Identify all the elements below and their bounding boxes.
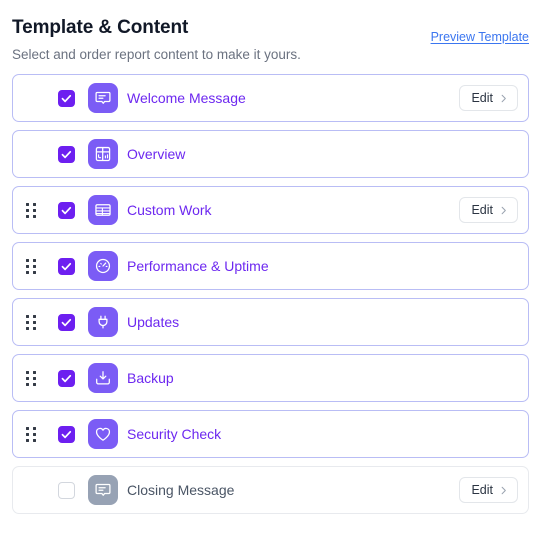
content-row[interactable]: Updates bbox=[12, 298, 529, 346]
edit-button[interactable]: Edit bbox=[459, 197, 518, 223]
drag-handle-icon[interactable] bbox=[26, 314, 36, 330]
checkbox-slot bbox=[49, 369, 83, 387]
row-checkbox-checked[interactable] bbox=[57, 201, 75, 219]
icon-tile-slot bbox=[83, 251, 123, 281]
edit-slot: Edit bbox=[459, 477, 528, 503]
row-label: Custom Work bbox=[127, 202, 212, 218]
edit-slot: Edit bbox=[459, 85, 528, 111]
row-label: Updates bbox=[127, 314, 180, 330]
content-row-list: Welcome Message Edit Overview Custom Work Ed… bbox=[12, 74, 529, 514]
plug-icon bbox=[88, 307, 118, 337]
checkbox-slot bbox=[49, 145, 83, 163]
edit-slot: Edit bbox=[459, 197, 528, 223]
row-label: Overview bbox=[127, 146, 186, 162]
drag-handle-icon[interactable] bbox=[26, 258, 36, 274]
icon-tile-slot bbox=[83, 475, 123, 505]
drag-handle-slot bbox=[13, 243, 49, 289]
row-checkbox-checked[interactable] bbox=[57, 257, 75, 275]
edit-button[interactable]: Edit bbox=[459, 477, 518, 503]
message-bubble-icon bbox=[88, 475, 118, 505]
content-row[interactable]: Welcome Message Edit bbox=[12, 74, 529, 122]
row-label: Performance & Uptime bbox=[127, 258, 269, 274]
content-row[interactable]: Security Check bbox=[12, 410, 529, 458]
edit-button-label: Edit bbox=[471, 91, 493, 105]
row-checkbox-unchecked[interactable] bbox=[57, 481, 75, 499]
content-row[interactable]: Backup bbox=[12, 354, 529, 402]
icon-tile-slot bbox=[83, 83, 123, 113]
edit-button-label: Edit bbox=[471, 483, 493, 497]
row-label: Welcome Message bbox=[127, 90, 246, 106]
checkbox-slot bbox=[49, 201, 83, 219]
row-checkbox-checked[interactable] bbox=[57, 313, 75, 331]
drag-handle-slot bbox=[13, 299, 49, 345]
message-bubble-icon bbox=[88, 83, 118, 113]
icon-tile-slot bbox=[83, 307, 123, 337]
content-row[interactable]: Custom Work Edit bbox=[12, 186, 529, 234]
checkbox-slot bbox=[49, 313, 83, 331]
drag-handle-slot bbox=[13, 411, 49, 457]
backup-download-icon bbox=[88, 363, 118, 393]
dashboard-layout-icon bbox=[88, 139, 118, 169]
edit-button[interactable]: Edit bbox=[459, 85, 518, 111]
preview-template-link[interactable]: Preview Template bbox=[431, 30, 529, 44]
chevron-right-icon bbox=[498, 205, 509, 216]
icon-tile-slot bbox=[83, 139, 123, 169]
template-content-panel: Template & Content Select and order repo… bbox=[0, 0, 541, 544]
content-row[interactable]: Performance & Uptime bbox=[12, 242, 529, 290]
checkbox-slot bbox=[49, 89, 83, 107]
checkbox-slot bbox=[49, 481, 83, 499]
drag-handle-icon[interactable] bbox=[26, 202, 36, 218]
drag-handle-slot bbox=[13, 75, 49, 121]
drag-handle-icon[interactable] bbox=[26, 426, 36, 442]
chevron-right-icon bbox=[498, 93, 509, 104]
row-checkbox-checked[interactable] bbox=[57, 425, 75, 443]
drag-handle-slot bbox=[13, 467, 49, 513]
drag-handle-icon[interactable] bbox=[26, 370, 36, 386]
drag-handle-slot bbox=[13, 355, 49, 401]
row-label: Closing Message bbox=[127, 482, 235, 498]
table-rows-icon bbox=[88, 195, 118, 225]
content-row[interactable]: Closing Message Edit bbox=[12, 466, 529, 514]
content-row[interactable]: Overview bbox=[12, 130, 529, 178]
page-subtitle: Select and order report content to make … bbox=[12, 47, 301, 62]
edit-button-label: Edit bbox=[471, 203, 493, 217]
icon-tile-slot bbox=[83, 419, 123, 449]
icon-tile-slot bbox=[83, 363, 123, 393]
checkbox-slot bbox=[49, 257, 83, 275]
row-checkbox-checked[interactable] bbox=[57, 145, 75, 163]
gauge-icon bbox=[88, 251, 118, 281]
panel-header: Template & Content Select and order repo… bbox=[12, 0, 529, 74]
icon-tile-slot bbox=[83, 195, 123, 225]
row-checkbox-checked[interactable] bbox=[57, 369, 75, 387]
drag-handle-slot bbox=[13, 187, 49, 233]
heart-shield-icon bbox=[88, 419, 118, 449]
row-checkbox-checked[interactable] bbox=[57, 89, 75, 107]
chevron-right-icon bbox=[498, 485, 509, 496]
row-label: Security Check bbox=[127, 426, 222, 442]
checkbox-slot bbox=[49, 425, 83, 443]
drag-handle-slot bbox=[13, 131, 49, 177]
row-label: Backup bbox=[127, 370, 174, 386]
